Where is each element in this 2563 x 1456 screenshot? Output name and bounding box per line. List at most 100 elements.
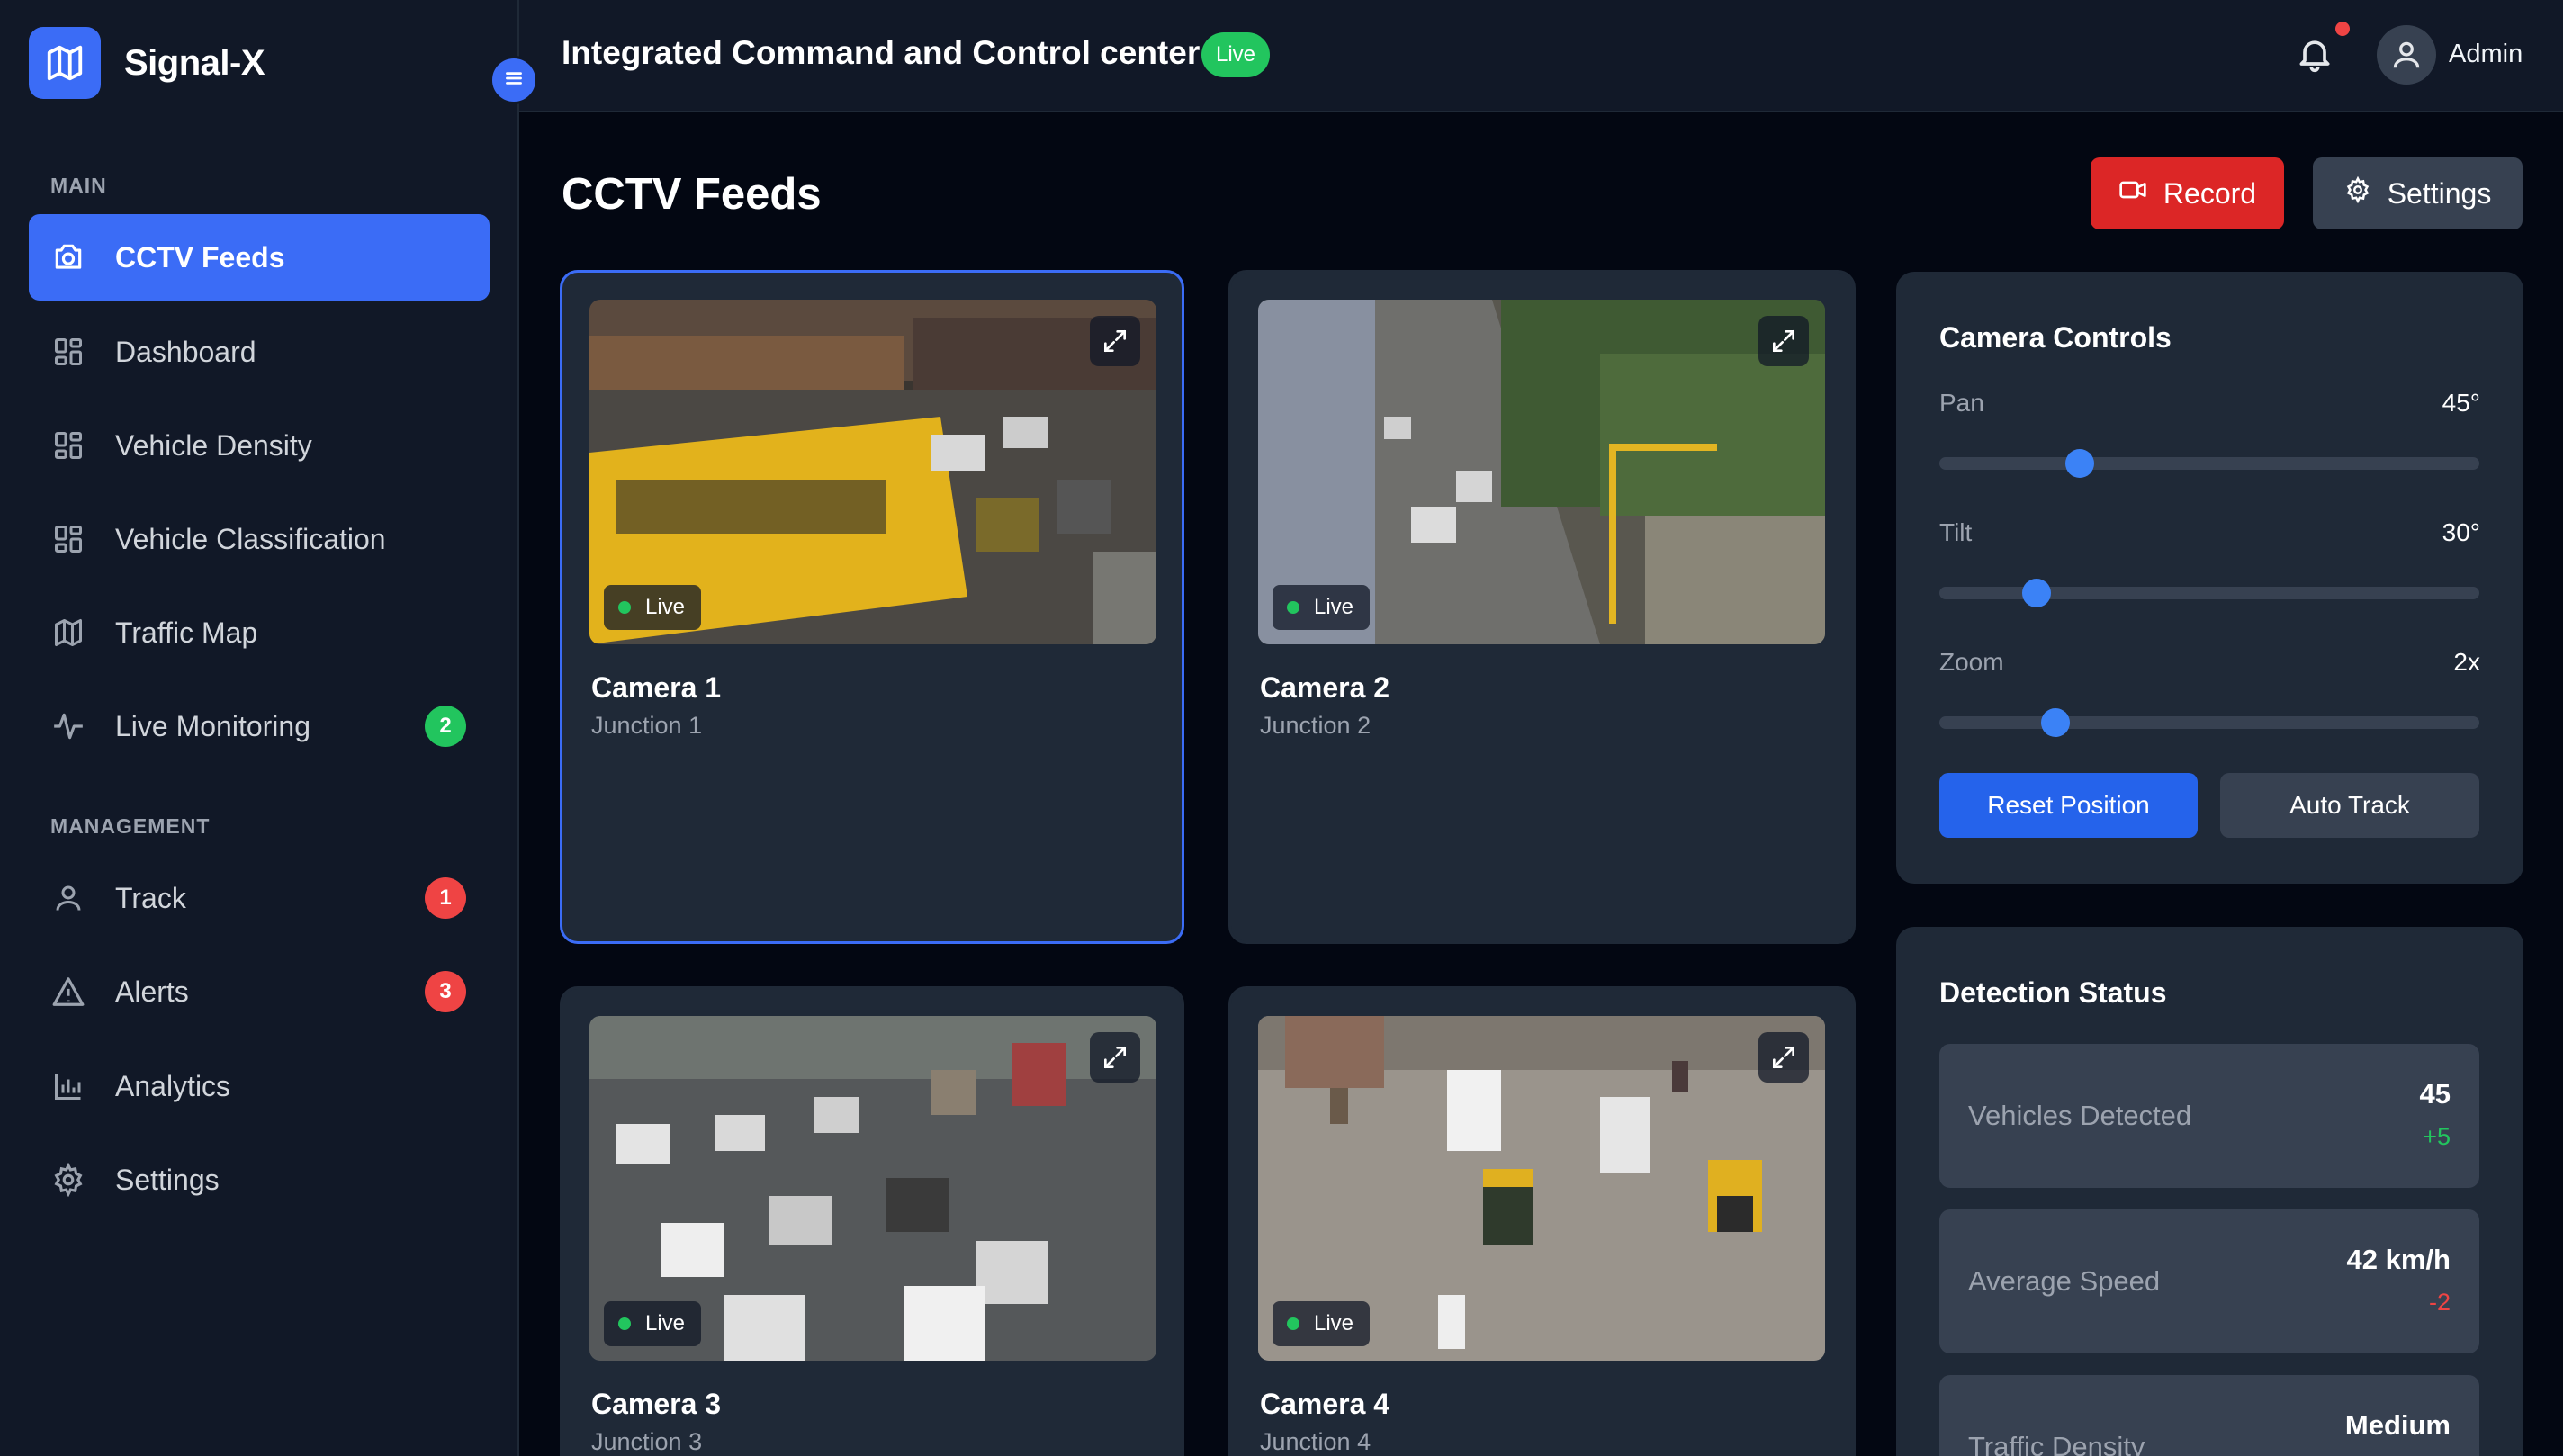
live-indicator: Live: [1273, 585, 1371, 630]
notification-dot: [2335, 22, 2350, 36]
camera-location: Junction 2: [1260, 712, 1371, 739]
camera-location: Junction 4: [1260, 1428, 1371, 1455]
map-icon: [50, 615, 86, 651]
stat-delta: +5: [2423, 1123, 2451, 1150]
live-indicator: Live: [604, 1301, 702, 1346]
expand-icon[interactable]: [1758, 1032, 1809, 1083]
camera-card-2[interactable]: Live Camera 2 Junction 2: [1228, 270, 1856, 944]
sidebar: Signal-X MAIN CCTV Feeds Dashboard Vehic…: [0, 0, 519, 1456]
page-header-title: Integrated Command and Control center: [562, 34, 1201, 71]
sidebar-item-cctv-feeds[interactable]: CCTV Feeds: [29, 214, 490, 301]
camera-feed-2[interactable]: Live: [1258, 300, 1825, 644]
sidebar-item-dashboard[interactable]: Dashboard: [29, 309, 490, 395]
video-icon: [2118, 175, 2163, 211]
sidebar-item-live-monitoring[interactable]: Live Monitoring 2: [29, 683, 490, 769]
sidebar-item-label: Analytics: [115, 1069, 231, 1102]
tilt-slider[interactable]: [1939, 579, 2479, 607]
live-label: Live: [645, 595, 686, 619]
stat-value: 45: [2419, 1078, 2451, 1110]
detection-status-panel: Detection Status Vehicles Detected 45 +5…: [1896, 927, 2523, 1456]
panel-title: Detection Status: [1939, 976, 2167, 1009]
expand-icon[interactable]: [1758, 316, 1809, 366]
sidebar-item-label: Vehicle Density: [115, 428, 312, 462]
notification-badge: 1: [425, 877, 466, 919]
warning-icon: [50, 974, 86, 1010]
camera-card-3[interactable]: Live Camera 3 Junction 3: [560, 986, 1184, 1456]
camera-location: Junction 3: [591, 1428, 703, 1455]
user-name[interactable]: Admin: [2449, 40, 2523, 69]
sidebar-item-label: Dashboard: [115, 335, 256, 368]
sidebar-item-label: Vehicle Classification: [115, 522, 386, 555]
camera-card-4[interactable]: Live Camera 4 Junction 4: [1228, 986, 1856, 1456]
sidebar-item-label: CCTV Feeds: [115, 240, 285, 274]
live-indicator: Live: [604, 585, 702, 630]
live-dot: [618, 1317, 631, 1330]
camera-icon: [50, 239, 86, 275]
camera-feed-3[interactable]: Live: [589, 1016, 1156, 1361]
zoom-slider[interactable]: [1939, 708, 2479, 737]
grid-icon: [50, 334, 86, 370]
stat-average-speed: Average Speed 42 km/h -2: [1939, 1209, 2479, 1353]
zoom-slider-thumb[interactable]: [2041, 708, 2070, 737]
bar-chart-icon: [50, 1068, 86, 1104]
settings-button-label: Settings: [2387, 176, 2492, 210]
menu-icon: [502, 67, 526, 94]
auto-track-button[interactable]: Auto Track: [2220, 773, 2479, 838]
live-dot: [1287, 1317, 1299, 1330]
map-icon: [29, 27, 101, 99]
live-dot: [1287, 601, 1299, 614]
brand[interactable]: Signal-X: [29, 27, 265, 99]
bell-icon[interactable]: [2295, 32, 2338, 76]
panel-title: Camera Controls: [1939, 321, 2172, 354]
brand-name: Signal-X: [124, 42, 265, 83]
sidebar-item-analytics[interactable]: Analytics: [29, 1043, 490, 1129]
section-label-management: MANAGEMENT: [50, 814, 211, 838]
record-button[interactable]: Record: [2091, 157, 2284, 229]
sidebar-item-label: Settings: [115, 1163, 220, 1196]
sidebar-item-track[interactable]: Track 1: [29, 855, 490, 941]
camera-name: Camera 1: [591, 671, 722, 704]
live-label: Live: [645, 1311, 686, 1335]
sidebar-item-traffic-map[interactable]: Traffic Map: [29, 589, 490, 676]
expand-icon[interactable]: [1090, 1032, 1140, 1083]
user-icon: [50, 880, 86, 916]
stat-traffic-density: Traffic Density Medium: [1939, 1375, 2479, 1456]
reset-position-button[interactable]: Reset Position: [1939, 773, 2198, 838]
camera-feed-1[interactable]: Live: [589, 300, 1156, 644]
pan-slider-thumb[interactable]: [2065, 449, 2094, 478]
sidebar-item-vehicle-classification[interactable]: Vehicle Classification: [29, 496, 490, 582]
notification-badge: 3: [425, 971, 466, 1012]
camera-feed-4[interactable]: Live: [1258, 1016, 1825, 1361]
stat-label: Traffic Density: [1968, 1431, 2145, 1456]
stat-label: Vehicles Detected: [1968, 1100, 2192, 1131]
live-dot: [618, 601, 631, 614]
zoom-label: Zoom: [1939, 648, 2004, 676]
camera-location: Junction 1: [591, 712, 703, 739]
sidebar-item-vehicle-density[interactable]: Vehicle Density: [29, 402, 490, 489]
live-indicator: Live: [1273, 1301, 1371, 1346]
zoom-value: 2x: [2453, 648, 2480, 676]
pan-slider[interactable]: [1939, 449, 2479, 478]
tilt-label: Tilt: [1939, 518, 1973, 546]
pan-value: 45°: [2442, 389, 2480, 417]
avatar[interactable]: [2377, 25, 2436, 85]
stat-delta: -2: [2428, 1289, 2451, 1316]
camera-name: Camera 4: [1260, 1388, 1390, 1420]
sidebar-toggle-button[interactable]: [490, 56, 538, 104]
settings-button[interactable]: Settings: [2313, 157, 2523, 229]
sidebar-item-settings[interactable]: Settings: [29, 1137, 490, 1223]
sidebar-item-label: Alerts: [115, 975, 189, 1008]
tilt-value: 30°: [2442, 518, 2480, 546]
stat-value: Medium: [2344, 1409, 2451, 1441]
activity-icon: [50, 708, 86, 744]
top-header: Integrated Command and Control center Li…: [519, 0, 2563, 112]
pan-label: Pan: [1939, 389, 1984, 417]
sidebar-item-label: Live Monitoring: [115, 709, 310, 742]
expand-icon[interactable]: [1090, 316, 1140, 366]
stat-value: 42 km/h: [2346, 1244, 2451, 1275]
grid-icon: [50, 521, 86, 557]
camera-card-1[interactable]: Live Camera 1 Junction 1: [560, 270, 1184, 944]
sidebar-item-alerts[interactable]: Alerts 3: [29, 948, 490, 1035]
sidebar-item-label: Track: [115, 881, 186, 914]
tilt-slider-thumb[interactable]: [2022, 579, 2051, 607]
